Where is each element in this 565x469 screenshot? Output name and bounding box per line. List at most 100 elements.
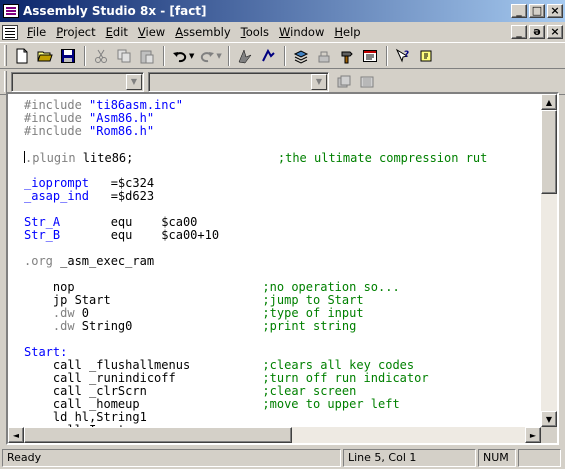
code-line[interactable]: _asap_ind =$d623 (24, 190, 154, 203)
code-line[interactable]: Str_B equ $ca00+10 (24, 229, 219, 242)
document-icon[interactable] (2, 24, 18, 40)
svg-text:?: ? (404, 50, 409, 60)
menu-assembly[interactable]: Assembly (170, 25, 235, 39)
menu-file-label: ile (32, 25, 47, 39)
save-icon[interactable] (57, 45, 79, 67)
code-token: nop (24, 280, 75, 294)
code-token: ;type of input (89, 306, 364, 320)
project-combo[interactable]: ▼ (11, 71, 144, 92)
mdi-close-button[interactable]: × (547, 25, 563, 39)
menu-window-label: indow (290, 25, 325, 39)
code-line[interactable]: .dw String0 ;print string (24, 320, 356, 333)
menu-view[interactable]: View (133, 25, 170, 39)
scroll-right-icon[interactable]: ► (525, 427, 541, 443)
code-token: Start: (24, 345, 68, 359)
code-token: "Asm86.h" (89, 111, 155, 125)
mdi-minimize-button[interactable]: _ (511, 25, 527, 39)
minimize-button[interactable]: _ (511, 4, 527, 18)
toolbar-separator (227, 45, 230, 66)
code-editor[interactable]: #include "ti86asm.inc" #include "Asm86.h"… (8, 94, 541, 427)
cut-icon[interactable] (90, 45, 112, 67)
code-token: ;no operation so... (74, 280, 400, 294)
code-token: .plugin (25, 151, 76, 165)
maximize-button[interactable]: □ (529, 4, 545, 18)
horizontal-scroll-thumb[interactable] (24, 427, 292, 443)
toolbar-separator (283, 45, 286, 66)
code-token: #include (24, 98, 90, 112)
code-token: equ $ca00 (60, 215, 198, 229)
stack-icon[interactable] (290, 45, 312, 67)
chevron-down-icon[interactable]: ▼ (126, 73, 142, 90)
menu-window-accel: W (279, 25, 291, 39)
toolbar-grip[interactable] (4, 45, 7, 66)
menu-window[interactable]: Window (274, 25, 329, 39)
build-icon[interactable] (313, 45, 335, 67)
paste-icon[interactable] (136, 45, 158, 67)
redo-dropdown-icon[interactable]: ▼ (216, 52, 221, 60)
code-token: .org (24, 254, 53, 268)
run-icon[interactable] (356, 71, 378, 93)
code-token: ;print string (132, 319, 357, 333)
vertical-scroll-thumb[interactable] (541, 110, 557, 194)
cursor-position: Line 5, Col 1 (343, 449, 476, 467)
status-pane-empty (518, 449, 561, 467)
menu-view-label: iew (145, 25, 166, 39)
code-line[interactable]: .org _asm_exec_ram (24, 255, 154, 268)
code-token: ;clear screen (146, 384, 357, 398)
chevron-down-icon[interactable]: ▼ (311, 73, 327, 90)
code-token: call _flushallmenus (24, 358, 191, 372)
menu-file[interactable]: File (22, 25, 51, 39)
code-token: _ioprompt (24, 176, 90, 190)
menu-help-accel: H (334, 25, 344, 39)
code-token: ;clears all key codes (190, 358, 415, 372)
code-token: #include (24, 111, 90, 125)
app-window: Assembly Studio 8x - [fact] _ □ × File P… (0, 0, 565, 469)
copy-icon[interactable] (113, 45, 135, 67)
menu-edit[interactable]: Edit (101, 25, 133, 39)
code-line[interactable]: #include "Rom86.h" (24, 125, 154, 138)
app-icon[interactable] (3, 4, 19, 18)
menu-help[interactable]: Help (329, 25, 365, 39)
code-token: "Rom86.h" (89, 124, 155, 138)
hammer-icon[interactable] (336, 45, 358, 67)
mdi-restore-button[interactable]: ǝ (529, 25, 545, 39)
vertical-scrollbar[interactable]: ▲ ▼ (541, 94, 557, 427)
menu-assembly-label: ssembly (183, 25, 231, 39)
scroll-down-icon[interactable]: ▼ (541, 411, 557, 427)
scroll-left-icon[interactable]: ◄ (8, 427, 24, 443)
window-icon[interactable] (359, 45, 381, 67)
code-token: =$d623 (89, 189, 155, 203)
configuration-combo[interactable]: ▼ (148, 71, 329, 92)
scroll-up-icon[interactable]: ▲ (541, 94, 557, 110)
menu-edit-accel: E (105, 25, 113, 39)
code-token: Str_A (24, 215, 61, 229)
menu-tools-label: ools (245, 25, 269, 39)
help-icon[interactable]: ? (392, 45, 414, 67)
undo-dropdown-icon[interactable]: ▼ (189, 52, 194, 60)
code-token: jp Start (24, 293, 111, 307)
menu-tools[interactable]: Tools (236, 25, 274, 39)
status-message: Ready (2, 449, 341, 467)
code-token: _asm_exec_ram (52, 254, 155, 268)
redo-icon[interactable] (196, 45, 218, 67)
code-token: ;jump to Start (110, 293, 364, 307)
new-file-icon[interactable] (11, 45, 33, 67)
code-token: .dw (24, 306, 75, 320)
code-line[interactable]: .plugin lite86; ;the ultimate compressio… (24, 151, 488, 165)
code-token: ;move to upper left (139, 397, 400, 411)
close-button[interactable]: × (547, 4, 563, 18)
code-token: ;the ultimate compression rut (133, 151, 488, 165)
menu-project[interactable]: Project (51, 25, 100, 39)
context-help-icon[interactable] (415, 45, 437, 67)
code-token: lite86; (75, 151, 134, 165)
find-next-icon[interactable] (257, 45, 279, 67)
find-icon[interactable] (234, 45, 256, 67)
horizontal-scrollbar[interactable]: ◄ ► (8, 427, 541, 443)
toolbar-separator (385, 45, 388, 66)
undo-icon[interactable] (169, 45, 191, 67)
toolbar-grip[interactable] (4, 71, 7, 92)
compile-icon[interactable] (333, 71, 355, 93)
code-token: "ti86asm.inc" (89, 98, 183, 112)
title-bar[interactable]: Assembly Studio 8x - [fact] _ □ × (0, 0, 565, 22)
open-folder-icon[interactable] (34, 45, 56, 67)
